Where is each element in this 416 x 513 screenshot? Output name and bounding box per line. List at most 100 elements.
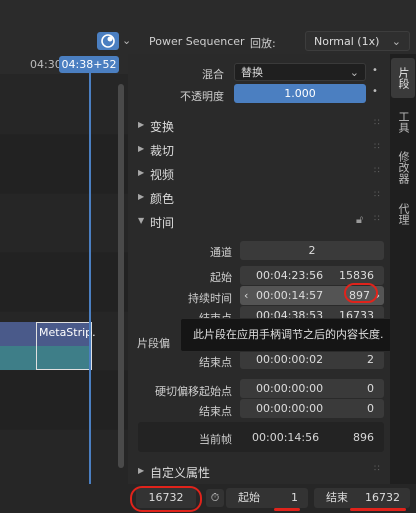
offset-end-time: 00:00:00:02 xyxy=(256,353,324,366)
timeline-scrollbar[interactable] xyxy=(118,84,124,468)
overlay-toggle-button[interactable] xyxy=(97,32,119,50)
expand-arrow-icon: ▶ xyxy=(138,120,145,129)
annotation-underline xyxy=(274,508,300,511)
panel-video[interactable]: ▶ 视频 ∷ xyxy=(128,162,390,185)
chevron-down-icon[interactable]: ⌄ xyxy=(122,34,131,47)
drag-handle-icon[interactable]: ∷ xyxy=(374,190,380,200)
hold-start-field[interactable]: 00:00:00:00 0 xyxy=(240,379,384,398)
expand-arrow-icon: ▶ xyxy=(138,168,145,177)
timeline-footer: 16732 ⏱ 起始 1 结束 16732 xyxy=(0,484,416,513)
footer-start-label: 起始 xyxy=(238,491,260,504)
strip-left[interactable] xyxy=(0,322,36,370)
power-sequencer-menu[interactable]: Power Sequencer xyxy=(149,35,245,48)
sequencer-timeline[interactable]: 04:30 MetaStrip. 04:38+52 xyxy=(0,54,128,484)
strip-left-lower xyxy=(0,346,36,370)
panel-custom-properties-title: 自定义属性 xyxy=(150,466,211,480)
panel-transform[interactable]: ▶ 变换 ∷ xyxy=(128,114,390,137)
start-label: 起始 xyxy=(210,271,232,284)
channel-row[interactable] xyxy=(0,135,128,193)
channel-row[interactable] xyxy=(0,253,128,311)
playback-speed-value: Normal (1x) xyxy=(314,35,380,48)
panel-time-title: 时间 xyxy=(150,216,175,230)
hold-end-frame: 0 xyxy=(367,402,374,415)
current-frame-time: 00:00:14:56 xyxy=(252,431,320,444)
duration-time: 00:00:14:57 xyxy=(256,289,324,302)
panel-crop[interactable]: ▶ 裁切 ∷ xyxy=(128,138,390,161)
duration-label: 持续时间 xyxy=(188,292,232,305)
playback-label: 回放: xyxy=(250,37,276,50)
panel-crop-title: 裁切 xyxy=(150,144,175,158)
current-time-indicator[interactable]: 04:38+52 xyxy=(59,56,119,73)
current-frame-label: 当前帧 xyxy=(199,433,232,446)
start-frame-field[interactable]: 起始 1 xyxy=(226,488,308,508)
meta-strip[interactable]: MetaStrip. xyxy=(36,322,96,370)
offset-end-frame: 2 xyxy=(367,353,374,366)
drag-handle-icon[interactable]: ∷ xyxy=(374,464,380,474)
expand-arrow-icon: ▶ xyxy=(138,466,145,475)
footer-end-label: 结束 xyxy=(326,491,348,504)
decrement-arrow-icon[interactable]: ‹ xyxy=(244,286,248,305)
hold-start-label: 硬切偏移起始点 xyxy=(155,385,232,398)
hold-start-time: 00:00:00:00 xyxy=(256,382,324,395)
footer-start-value: 1 xyxy=(291,491,298,504)
channel-field[interactable]: 2 xyxy=(240,241,384,260)
panel-color[interactable]: ▶ 颜色 ∷ xyxy=(128,186,390,209)
stopwatch-icon[interactable]: ⏱ xyxy=(206,489,224,507)
drag-handle-icon[interactable]: ∷ xyxy=(374,166,380,176)
tab-strip[interactable]: 片段 xyxy=(391,58,415,98)
meta-strip-label: MetaStrip. xyxy=(39,326,96,339)
opacity-slider[interactable]: 1.000 xyxy=(234,84,366,103)
strip-properties-panel: 混合 替换 ⌄ • 不透明度 1.000 • ▶ 变换 ∷ ▶ 裁切 ∷ ▶ 视… xyxy=(128,54,390,484)
playback-speed-select[interactable]: Normal (1x) ⌄ xyxy=(305,31,410,51)
hold-end-field[interactable]: 00:00:00:00 0 xyxy=(240,399,384,418)
channel-row[interactable] xyxy=(0,371,128,429)
top-bar xyxy=(0,0,416,28)
drag-handle-icon[interactable]: ∷ xyxy=(374,118,380,128)
offset-end-field[interactable]: 00:00:00:02 2 xyxy=(240,350,384,369)
opacity-label: 不透明度 xyxy=(180,90,224,103)
channel-row[interactable] xyxy=(0,430,128,484)
keyframe-dot-icon[interactable]: • xyxy=(372,86,378,97)
blend-label: 混合 xyxy=(202,68,224,81)
annotation-circle xyxy=(130,486,202,512)
offset-end-label: 结束点 xyxy=(199,356,232,369)
hold-start-frame: 0 xyxy=(367,382,374,395)
panel-custom-properties[interactable]: ▶ 自定义属性 ∷ xyxy=(128,460,390,483)
blend-mode-value: 替换 xyxy=(241,66,263,79)
hold-end-label: 结束点 xyxy=(199,405,232,418)
panel-video-title: 视频 xyxy=(150,168,175,182)
start-time: 00:04:23:56 xyxy=(256,269,324,282)
current-frame-number: 896 xyxy=(353,431,374,444)
current-frame-box: 当前帧 00:00:14:56 896 xyxy=(138,422,384,452)
channel-row[interactable] xyxy=(0,74,128,134)
blend-mode-select[interactable]: 替换 ⌄ xyxy=(234,63,366,81)
expand-arrow-icon: ▶ xyxy=(138,192,145,201)
meta-strip-lower xyxy=(37,346,91,369)
footer-end-value: 16732 xyxy=(365,491,400,504)
playhead-line[interactable] xyxy=(89,70,91,484)
overlay-icon xyxy=(101,34,115,48)
drag-handle-icon[interactable]: ∷ xyxy=(374,214,380,224)
drag-handle-icon[interactable]: ∷ xyxy=(374,142,380,152)
annotation-circle xyxy=(344,283,378,303)
offset-label: 片段偏 xyxy=(137,337,170,350)
chevron-down-icon: ⌄ xyxy=(349,66,359,79)
panel-time[interactable]: ▼ 时间 🔓︎ ∷ xyxy=(128,210,390,233)
lock-icon[interactable]: 🔓︎ xyxy=(356,213,363,227)
channel-label: 通道 xyxy=(210,246,232,259)
keyframe-dot-icon[interactable]: • xyxy=(372,65,378,76)
editor-header: ⌄ Power Sequencer 回放: Normal (1x) ⌄ xyxy=(0,28,416,54)
tooltip: 此片段在应用手柄调节之后的内容长度. xyxy=(180,318,400,352)
collapse-arrow-icon: ▼ xyxy=(138,216,145,225)
tab-modifiers[interactable]: 修改器 xyxy=(391,144,415,190)
channel-row[interactable] xyxy=(0,194,128,252)
end-frame-field[interactable]: 结束 16732 xyxy=(314,488,410,508)
expand-arrow-icon: ▶ xyxy=(138,144,145,153)
tab-tools[interactable]: 工具 xyxy=(391,104,415,140)
tab-proxy[interactable]: 代理 xyxy=(391,196,415,232)
sidebar-tabs: 片段 工具 修改器 代理 xyxy=(390,54,416,484)
chevron-down-icon: ⌄ xyxy=(391,35,401,48)
ruler-time-label: 04:30 xyxy=(30,58,62,71)
panel-transform-title: 变换 xyxy=(150,120,175,134)
hold-end-time: 00:00:00:00 xyxy=(256,402,324,415)
